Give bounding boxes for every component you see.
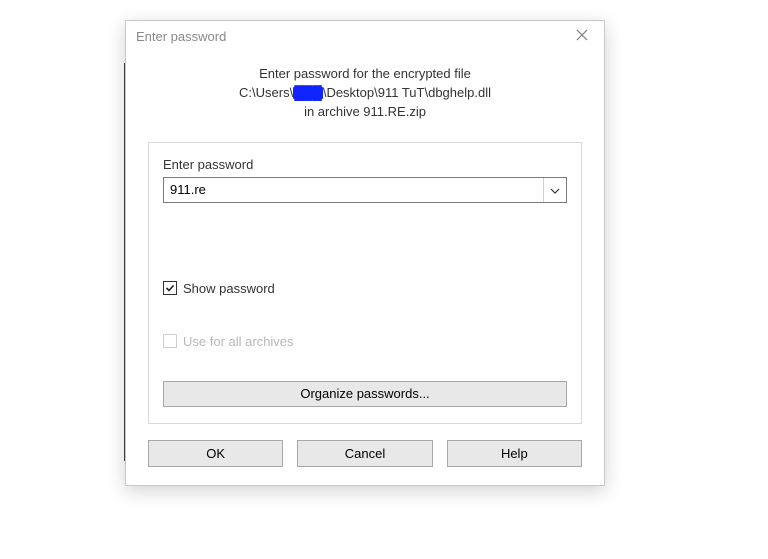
show-password-label: Show password <box>183 281 275 296</box>
help-button[interactable]: Help <box>447 440 582 467</box>
show-password-checkbox[interactable] <box>163 281 177 295</box>
window-title: Enter password <box>136 29 226 44</box>
cancel-button[interactable]: Cancel <box>297 440 432 467</box>
titlebar[interactable]: Enter password <box>126 21 604 51</box>
enter-password-dialog: Enter password Enter password for the en… <box>125 20 605 486</box>
prompt-archive-line: in archive 911.RE.zip <box>152 103 578 122</box>
show-password-checkbox-row[interactable]: Show password <box>163 281 567 296</box>
use-for-all-label: Use for all archives <box>183 334 294 349</box>
checkmark-icon <box>165 281 175 296</box>
ok-button[interactable]: OK <box>148 440 283 467</box>
redacted-username: ███ <box>293 87 323 99</box>
password-dropdown-button[interactable] <box>543 178 566 202</box>
use-for-all-checkbox-row: Use for all archives <box>163 334 567 349</box>
prompt-message: Enter password for the encrypted file C:… <box>126 51 604 132</box>
organize-passwords-button[interactable]: Organize passwords... <box>163 381 567 407</box>
prompt-line1: Enter password for the encrypted file <box>152 65 578 84</box>
close-button[interactable] <box>560 21 604 51</box>
chevron-down-icon <box>550 183 560 197</box>
path-suffix: \Desktop\911 TuT\dbghelp.dll <box>323 85 491 100</box>
password-combobox[interactable] <box>163 177 567 203</box>
password-group: Enter password Show password Use for all… <box>148 142 582 424</box>
password-field-label: Enter password <box>163 157 567 172</box>
password-input[interactable] <box>164 178 543 202</box>
use-for-all-checkbox <box>163 334 177 348</box>
close-icon <box>576 29 588 44</box>
dialog-button-row: OK Cancel Help <box>126 440 604 485</box>
path-prefix: C:\Users\ <box>239 85 293 100</box>
prompt-file-path: C:\Users\███\Desktop\911 TuT\dbghelp.dll <box>152 84 578 103</box>
